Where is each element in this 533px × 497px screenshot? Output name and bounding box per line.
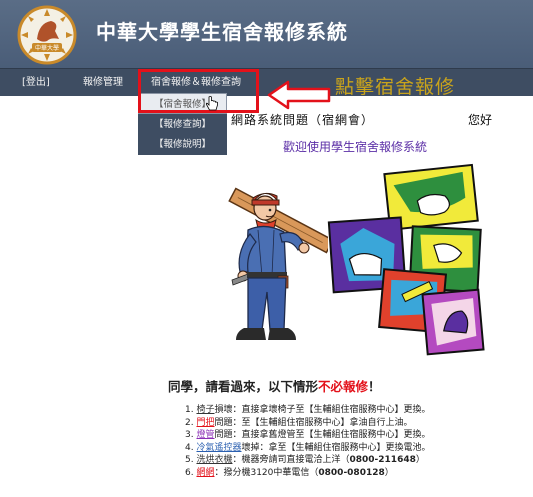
left-arrow-icon <box>267 80 331 110</box>
rule-keyword: 椅子 <box>196 405 215 415</box>
greeting-text: 您好 <box>468 113 493 127</box>
rule-text: 損壞：直接拿壞椅子至【生輔組住宿服務中心】更換。 <box>214 405 431 415</box>
rule-text: 問題：至【生輔組住宿服務中心】拿油自行上油。 <box>214 417 413 428</box>
rule-tail: ） <box>415 455 425 466</box>
app-title: 中華大學學生宿舍報修系統 <box>96 20 348 44</box>
app-header: 中華大學 中華大學學生宿舍報修系統 <box>0 0 533 68</box>
callout-label: 點擊宿舍報修 <box>335 76 456 98</box>
rule-tail: ） <box>384 467 394 478</box>
rule-text: 問題：直接拿舊燈管至【生輔組住宿服務中心】更換。 <box>214 430 431 441</box>
rule-number: 1. <box>185 405 194 415</box>
rule-number: 3. <box>185 430 194 441</box>
university-logo: 中華大學 <box>17 5 77 65</box>
worker-illustration <box>228 187 328 340</box>
svg-text:中華大學: 中華大學 <box>35 44 59 52</box>
notice-title-prefix: 同學，請看過來，以下情形 <box>168 379 319 394</box>
rule-phone: 0800-080128 <box>318 467 385 478</box>
rule-phone: 0800-211648 <box>349 455 416 466</box>
list-item: 1. 椅子損壞：直接拿壞椅子至【生輔組住宿服務中心】更換。 <box>185 404 431 417</box>
rule-number: 6. <box>185 467 194 478</box>
rule-text: ：撥分機3120中華電信（ <box>214 467 319 478</box>
highlight-box <box>138 69 259 113</box>
rule-keyword: 冷氣遙控器 <box>196 442 242 453</box>
hand-cursor-icon <box>205 96 218 111</box>
notice-title-suffix: ！ <box>368 379 381 394</box>
user-dorm-label: 網路系統問題（宿網會） <box>231 113 375 127</box>
rule-number: 4. <box>185 442 194 453</box>
nav-repair-management[interactable]: 報修管理 <box>83 69 123 97</box>
no-repair-rules-list: 1. 椅子損壞：直接拿壞椅子至【生輔組住宿服務中心】更換。 2. 門把問題：至【… <box>185 404 431 480</box>
list-item: 5. 洗烘衣機：機器旁請司直接電洽上洋（0800-211648） <box>185 454 431 467</box>
rule-text: ：機器旁請司直接電洽上洋（ <box>232 455 350 466</box>
list-item: 3. 燈管問題：直接拿舊燈管至【生輔組住宿服務中心】更換。 <box>185 429 431 442</box>
dropdown-item-repair-query[interactable]: 【報修查詢】 <box>138 114 227 135</box>
welcome-message: 歡迎使用學生宿舍報修系統 <box>283 140 428 154</box>
notice-title: 同學，請看過來，以下情形不必報修！ <box>168 376 381 395</box>
rule-keyword: 洗烘衣機 <box>196 455 233 466</box>
rule-number: 5. <box>185 455 194 466</box>
list-item: 2. 門把問題：至【生輔組住宿服務中心】拿油自行上油。 <box>185 417 431 430</box>
dropdown-item-repair-instructions[interactable]: 【報修說明】 <box>138 134 227 155</box>
rule-keyword: 網網 <box>196 467 215 478</box>
repair-collage-illustration <box>327 163 485 356</box>
list-item: 6. 網網：撥分機3120中華電信（0800-080128） <box>185 467 431 480</box>
rule-keyword: 門把 <box>196 417 215 428</box>
notice-title-emphasis: 不必報修 <box>318 379 369 394</box>
list-item: 4. 冷氣遙控器壞掉：拿至【生輔組住宿服務中心】更換電池。 <box>185 442 431 455</box>
rule-text: 壞掉：拿至【生輔組住宿服務中心】更換電池。 <box>241 442 431 453</box>
rule-keyword: 燈管 <box>196 430 215 441</box>
rule-number: 2. <box>185 417 194 428</box>
nav-logout-link[interactable]: [登出] <box>22 69 50 97</box>
